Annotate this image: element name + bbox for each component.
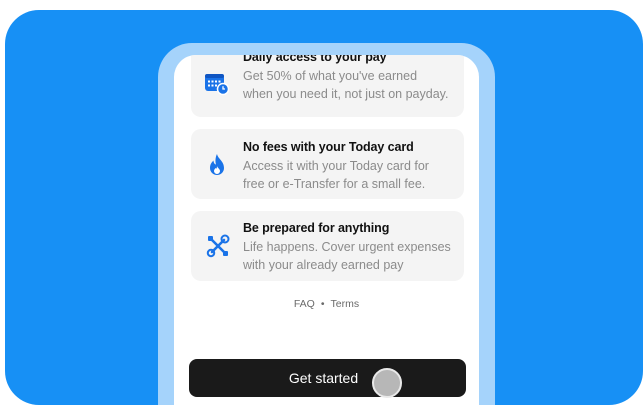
flame-icon — [207, 153, 227, 182]
terms-link[interactable]: Terms — [331, 298, 360, 310]
feature-description-line: free or e-Transfer for a small fee. — [243, 177, 426, 191]
feature-be-prepared: Be prepared for anything Life happens. C… — [191, 211, 464, 281]
feature-description-line: Get 50% of what you've earned — [243, 69, 418, 83]
get-started-button[interactable]: Get started — [189, 359, 466, 397]
feature-description: Access it with your Today card for free … — [243, 157, 463, 193]
touch-indicator — [372, 368, 402, 398]
feature-description: Life happens. Cover urgent expenses with… — [243, 238, 463, 274]
phone-screen: Daily access to your pay Get 50% of what… — [174, 55, 479, 405]
tools-icon — [206, 234, 230, 263]
feature-description-line: when you need it, not just on payday. — [243, 87, 449, 101]
feature-description-line: Access it with your Today card for — [243, 159, 429, 173]
feature-title: Be prepared for anything — [243, 221, 390, 235]
get-started-label: Get started — [288, 370, 359, 386]
feature-description: Get 50% of what you've earned when you n… — [243, 67, 463, 103]
feature-title: No fees with your Today card — [243, 140, 414, 154]
feature-daily-access: Daily access to your pay Get 50% of what… — [191, 55, 464, 117]
calendar-clock-icon — [204, 72, 230, 101]
feature-description-line: with your already earned pay — [243, 258, 404, 272]
separator-dot: • — [320, 298, 325, 310]
feature-no-fees: No fees with your Today card Access it w… — [191, 129, 464, 199]
footer-links: FAQ • Terms — [174, 298, 479, 310]
feature-title: Daily access to your pay — [243, 55, 387, 64]
faq-link[interactable]: FAQ — [294, 298, 315, 310]
feature-description-line: Life happens. Cover urgent expenses — [243, 240, 451, 254]
